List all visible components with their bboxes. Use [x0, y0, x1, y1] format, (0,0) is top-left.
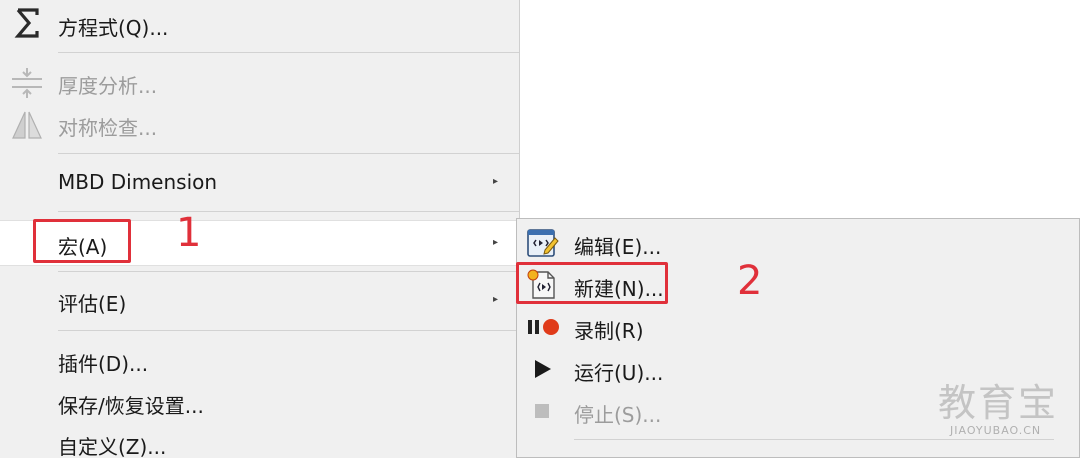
- submenu-label: 运行(U)...: [574, 361, 664, 385]
- submenu-label: 编辑(E)...: [574, 235, 662, 259]
- menu-label: 对称检查...: [58, 116, 158, 140]
- chevron-right-icon: ▸: [493, 294, 499, 305]
- menu-item-save-restore-settings[interactable]: 保存/恢复设置...: [0, 384, 519, 422]
- menu-separator: [58, 153, 519, 154]
- menu-label: MBD Dimension: [58, 170, 218, 194]
- watermark-subtext: JIAOYUBAO.CN: [950, 424, 1042, 437]
- menu-label: 保存/恢复设置...: [58, 394, 204, 418]
- menu-item-addins[interactable]: 插件(D)...: [0, 342, 519, 380]
- highlight-box-macro: [33, 219, 131, 263]
- menu-item-customize[interactable]: 自定义(Z)...: [0, 425, 519, 459]
- menu-item-mbd-dimension[interactable]: MBD Dimension ▸: [0, 164, 519, 202]
- step-number-1: 1: [176, 210, 202, 256]
- chevron-right-icon: ▸: [493, 237, 499, 248]
- submenu-label: 停止(S)...: [574, 403, 662, 427]
- thickness-icon: [10, 66, 44, 100]
- menu-label: 方程式(Q)...: [58, 16, 169, 40]
- menu-item-thickness-analysis[interactable]: 厚度分析...: [0, 64, 519, 102]
- menu-label: 自定义(Z)...: [58, 435, 167, 459]
- menu-label: 厚度分析...: [58, 74, 158, 98]
- submenu-label: 录制(R): [574, 319, 644, 343]
- watermark-logo: 教育宝 JIAOYUBAO.CN: [938, 382, 1062, 437]
- submenu-item-macro-record[interactable]: 录制(R): [517, 307, 1079, 347]
- stop-icon: [525, 394, 559, 428]
- sigma-icon: [10, 6, 44, 40]
- watermark-text: 教育宝: [938, 381, 1059, 425]
- menu-separator: [58, 330, 519, 331]
- record-icon: [525, 310, 559, 344]
- macro-edit-icon: [525, 226, 559, 260]
- menu-separator: [58, 52, 519, 53]
- symmetry-icon: [10, 108, 44, 142]
- menu-separator: [574, 439, 1054, 440]
- submenu-item-macro-edit[interactable]: 编辑(E)...: [517, 223, 1079, 263]
- menu-label: 插件(D)...: [58, 352, 149, 376]
- menu-separator: [58, 271, 519, 272]
- menu-item-evaluate[interactable]: 评估(E) ▸: [0, 282, 519, 320]
- menu-item-equations[interactable]: 方程式(Q)...: [0, 4, 519, 44]
- menu-item-symmetry-check[interactable]: 对称检查...: [0, 106, 519, 144]
- menu-label: 评估(E): [58, 292, 127, 316]
- menu-separator: [58, 211, 519, 212]
- chevron-right-icon: ▸: [493, 176, 499, 187]
- highlight-box-new: [516, 262, 668, 304]
- play-icon: [525, 352, 559, 386]
- step-number-2: 2: [737, 258, 763, 304]
